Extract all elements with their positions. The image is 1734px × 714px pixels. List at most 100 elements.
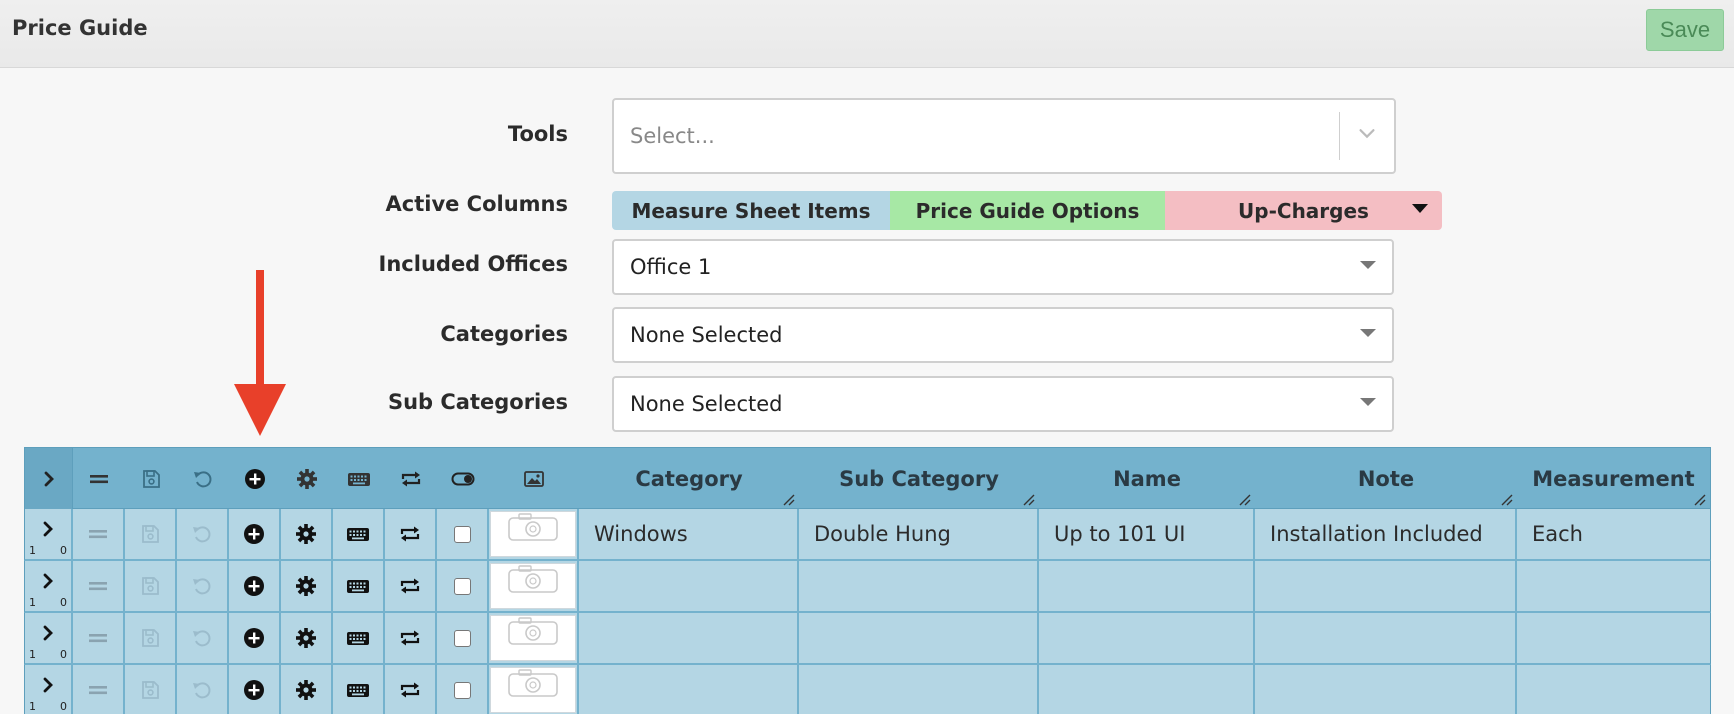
image-cell[interactable] [489, 561, 579, 611]
repeat-icon[interactable] [385, 448, 437, 510]
chevron-down-icon[interactable] [1356, 122, 1378, 144]
plus-circle-icon[interactable] [229, 613, 281, 663]
cell-note[interactable] [1255, 613, 1517, 663]
undo-icon[interactable] [177, 665, 229, 714]
plus-circle-icon[interactable] [229, 665, 281, 714]
column-header-note[interactable]: Note [1255, 448, 1517, 510]
expand-all-button[interactable] [25, 448, 73, 510]
cell-name[interactable] [1039, 561, 1255, 611]
cell-measurement[interactable] [1517, 561, 1710, 611]
cell-note[interactable] [1255, 561, 1517, 611]
image-icon [489, 448, 579, 510]
chevron-right-icon [36, 573, 60, 593]
undo-icon[interactable] [177, 613, 229, 663]
save-icon[interactable] [125, 561, 177, 611]
repeat-icon[interactable] [385, 613, 437, 663]
plus-circle-icon[interactable] [229, 509, 281, 559]
save-icon[interactable] [125, 665, 177, 714]
resize-handle-icon[interactable] [1021, 492, 1035, 506]
row-checkbox[interactable] [453, 525, 471, 543]
undo-icon[interactable] [177, 448, 229, 510]
column-header-name[interactable]: Name [1039, 448, 1255, 510]
row-expand-button[interactable]: 10 [25, 509, 73, 559]
resize-handle-icon[interactable] [1499, 492, 1513, 506]
chevron-right-icon [44, 471, 54, 487]
cell-sub-category[interactable]: Double Hung [799, 509, 1039, 559]
row-counts: 10 [29, 700, 67, 713]
chevron-right-icon [36, 677, 60, 697]
cell-category[interactable] [579, 665, 799, 714]
up-charges-segment[interactable]: Up-Charges [1165, 191, 1442, 230]
gear-icon[interactable] [281, 509, 333, 559]
cell-category[interactable] [579, 561, 799, 611]
drag-handle-icon[interactable] [73, 665, 125, 714]
column-header-measurement[interactable]: Measurement [1517, 448, 1710, 510]
row-checkbox[interactable] [453, 629, 471, 647]
resize-handle-icon[interactable] [781, 492, 795, 506]
cell-sub-category[interactable] [799, 613, 1039, 663]
repeat-icon[interactable] [385, 665, 437, 714]
undo-icon[interactable] [177, 561, 229, 611]
cell-measurement[interactable] [1517, 613, 1710, 663]
included-offices-value: Office 1 [630, 255, 712, 279]
table-row: 10 [24, 561, 1711, 613]
keyboard-icon[interactable] [333, 561, 385, 611]
image-cell[interactable] [489, 509, 579, 559]
cell-sub-category[interactable] [799, 561, 1039, 611]
keyboard-icon[interactable] [333, 448, 385, 510]
save-icon[interactable] [125, 448, 177, 510]
keyboard-icon[interactable] [333, 665, 385, 714]
cell-note[interactable] [1255, 665, 1517, 714]
resize-handle-icon[interactable] [1692, 492, 1706, 506]
included-offices-label: Included Offices [378, 252, 568, 276]
resize-handle-icon[interactable] [1237, 492, 1251, 506]
row-checkbox[interactable] [453, 681, 471, 699]
row-checkbox[interactable] [453, 577, 471, 595]
categories-select[interactable]: None Selected [612, 307, 1394, 363]
column-header-category[interactable]: Category [579, 448, 799, 510]
row-count-right: 0 [60, 544, 67, 557]
image-cell[interactable] [489, 665, 579, 714]
caret-down-icon [1360, 329, 1376, 337]
gear-icon[interactable] [281, 561, 333, 611]
cell-sub-category[interactable] [799, 665, 1039, 714]
cell-name[interactable]: Up to 101 UI [1039, 509, 1255, 559]
drag-handle-icon[interactable] [73, 613, 125, 663]
cell-note[interactable]: Installation Included [1255, 509, 1517, 559]
drag-handle-icon[interactable] [73, 561, 125, 611]
save-icon[interactable] [125, 509, 177, 559]
row-expand-button[interactable]: 10 [25, 561, 73, 611]
keyboard-icon[interactable] [333, 509, 385, 559]
caret-down-icon[interactable] [1412, 204, 1428, 213]
gear-icon[interactable] [281, 665, 333, 714]
save-button[interactable]: Save [1646, 9, 1724, 51]
image-cell[interactable] [489, 613, 579, 663]
gear-icon[interactable] [281, 613, 333, 663]
undo-icon[interactable] [177, 509, 229, 559]
cell-measurement[interactable] [1517, 665, 1710, 714]
cell-name[interactable] [1039, 613, 1255, 663]
gear-icon[interactable] [281, 448, 333, 510]
sub-categories-select[interactable]: None Selected [612, 376, 1394, 432]
tools-select[interactable]: Select... [612, 98, 1396, 174]
column-header-sub-category[interactable]: Sub Category [799, 448, 1039, 510]
measure-sheet-items-segment[interactable]: Measure Sheet Items [612, 191, 890, 230]
repeat-icon[interactable] [385, 561, 437, 611]
toggle-icon[interactable] [437, 448, 489, 510]
table-row: 10 [24, 613, 1711, 665]
save-icon[interactable] [125, 613, 177, 663]
cell-measurement[interactable]: Each [1517, 509, 1710, 559]
cell-category[interactable] [579, 613, 799, 663]
cell-name[interactable] [1039, 665, 1255, 714]
row-expand-button[interactable]: 10 [25, 613, 73, 663]
plus-circle-icon[interactable] [229, 448, 281, 510]
active-columns-selector[interactable]: Measure Sheet Items Price Guide Options … [612, 191, 1442, 230]
keyboard-icon[interactable] [333, 613, 385, 663]
repeat-icon[interactable] [385, 509, 437, 559]
included-offices-select[interactable]: Office 1 [612, 239, 1394, 295]
drag-handle-icon[interactable] [73, 509, 125, 559]
cell-category[interactable]: Windows [579, 509, 799, 559]
row-expand-button[interactable]: 10 [25, 665, 73, 714]
price-guide-options-segment[interactable]: Price Guide Options [890, 191, 1165, 230]
plus-circle-icon[interactable] [229, 561, 281, 611]
